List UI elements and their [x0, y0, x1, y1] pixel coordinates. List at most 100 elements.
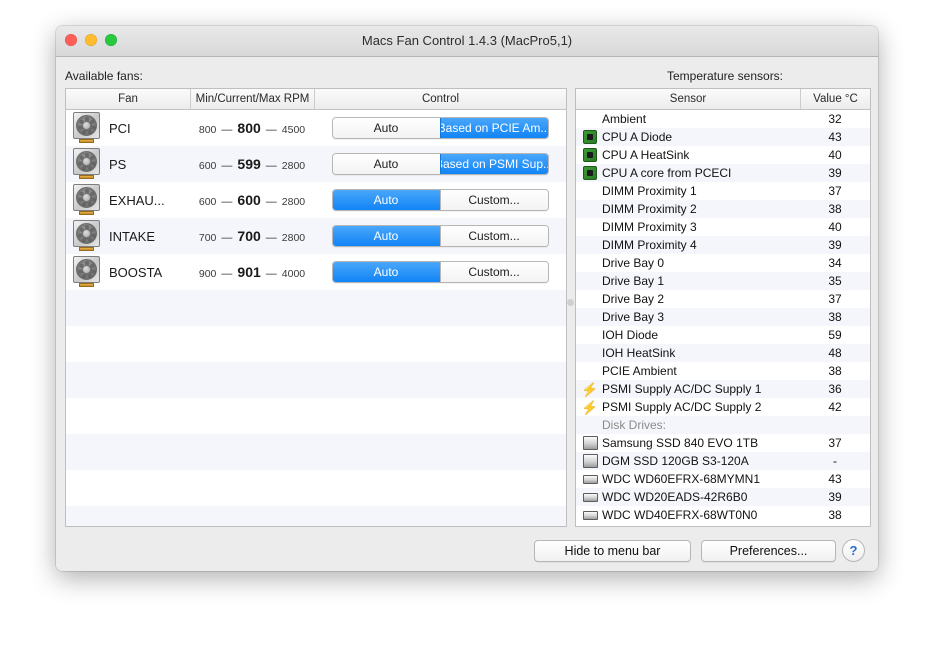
- fan-name-label: BOOSTA: [109, 264, 163, 280]
- fan-mode-custom-button[interactable]: Custom...: [439, 190, 548, 210]
- column-header-value[interactable]: Value °C: [800, 89, 870, 109]
- sensor-name-cell: IOH HeatSink: [576, 345, 800, 361]
- fan-row[interactable]: PCI 800 — 800 — 4500 Auto Based on PCIE Am...: [66, 110, 566, 146]
- fan-rpm-current: 800: [237, 120, 261, 136]
- help-button[interactable]: ?: [842, 539, 865, 562]
- sensor-icon-placeholder: [578, 291, 602, 307]
- fan-mode-segmented-control[interactable]: Auto Custom...: [331, 261, 549, 283]
- bolt-icon: ⚡: [581, 381, 599, 397]
- sensor-icon-placeholder: [578, 237, 602, 253]
- fan-row[interactable]: EXHAU... 600 — 600 — 2800 Auto Custom...: [66, 182, 566, 218]
- sensor-icon-placeholder: [578, 273, 602, 289]
- fan-row[interactable]: INTAKE 700 — 700 — 2800 Auto Custom...: [66, 218, 566, 254]
- rpm-separator-icon: —: [221, 160, 233, 172]
- fan-mode-auto-button[interactable]: Auto: [332, 226, 440, 246]
- sensor-row[interactable]: CPU A core from PCECI 39: [576, 164, 870, 182]
- sensor-row[interactable]: DIMM Proximity 1 37: [576, 182, 870, 200]
- hide-to-menu-bar-button[interactable]: Hide to menu bar: [534, 540, 691, 562]
- sensor-row[interactable]: DGM SSD 120GB S3-120A -: [576, 452, 870, 470]
- sensor-row[interactable]: CPU A Diode 43: [576, 128, 870, 146]
- fan-mode-segmented-control[interactable]: Auto Based on PSMI Sup...: [331, 153, 549, 175]
- sensor-name-label: DIMM Proximity 3: [602, 220, 697, 234]
- fan-mode-custom-button[interactable]: Custom...: [439, 262, 548, 282]
- fan-name-label: PS: [109, 156, 127, 172]
- sensor-row[interactable]: PCIE Ambient 38: [576, 362, 870, 380]
- fan-mode-custom-button[interactable]: Custom...: [439, 226, 548, 246]
- fan-mode-segmented-control[interactable]: Auto Based on PCIE Am...: [331, 117, 549, 139]
- title-bar[interactable]: Macs Fan Control 1.4.3 (MacPro5,1): [56, 26, 878, 57]
- sensor-row[interactable]: WDC WD60EFRX-68MYMN1 43: [576, 470, 870, 488]
- fan-mode-segmented-control[interactable]: Auto Custom...: [331, 189, 549, 211]
- sensor-row[interactable]: ⚡ PSMI Supply AC/DC Supply 2 42: [576, 398, 870, 416]
- sensor-row[interactable]: IOH HeatSink 48: [576, 344, 870, 362]
- panel-splitter[interactable]: [565, 88, 575, 525]
- sensor-name-label: PSMI Supply AC/DC Supply 2: [602, 400, 762, 414]
- column-header-fan[interactable]: Fan: [66, 89, 190, 109]
- ssd-icon: [578, 453, 602, 469]
- column-header-rpm[interactable]: Min/Current/Max RPM: [190, 89, 314, 109]
- sensor-icon-placeholder: [578, 417, 602, 433]
- fan-rpm-min: 800: [198, 124, 217, 136]
- sensor-name-label: DIMM Proximity 4: [602, 238, 697, 252]
- sensor-row[interactable]: DIMM Proximity 2 38: [576, 200, 870, 218]
- fan-mode-custom-button[interactable]: Based on PCIE Am...: [439, 118, 548, 138]
- sensor-row[interactable]: ⚡ PSMI Supply AC/DC Supply 1 36: [576, 380, 870, 398]
- sensor-row[interactable]: CPU A HeatSink 40: [576, 146, 870, 164]
- ssd-icon: [582, 436, 598, 450]
- sensor-name-cell: ⚡ PSMI Supply AC/DC Supply 1: [576, 381, 800, 397]
- fan-control-cell: Auto Custom...: [314, 225, 566, 247]
- sensor-row[interactable]: WDC WD40EFRX-68WT0N0 38: [576, 506, 870, 524]
- sensor-name-label: Drive Bay 1: [602, 274, 665, 288]
- sensor-name-label: Drive Bay 2: [602, 292, 665, 306]
- fan-row-empty: [66, 398, 566, 434]
- fan-row[interactable]: BOOSTA 900 — 901 — 4000 Auto Custom...: [66, 254, 566, 290]
- fan-mode-auto-button[interactable]: Auto: [332, 262, 440, 282]
- splitter-handle-dot[interactable]: [567, 299, 574, 306]
- sensor-name-cell: CPU A HeatSink: [576, 147, 800, 163]
- sensor-row[interactable]: Drive Bay 1 35: [576, 272, 870, 290]
- rpm-separator-icon: —: [265, 124, 277, 136]
- rpm-separator-icon: —: [221, 196, 233, 208]
- sensor-row[interactable]: DIMM Proximity 3 40: [576, 218, 870, 236]
- fan-rpm-min: 900: [198, 268, 217, 280]
- sensor-row[interactable]: Drive Bay 2 37: [576, 290, 870, 308]
- fan-mode-auto-button[interactable]: Auto: [332, 154, 440, 174]
- fan-mode-custom-button[interactable]: Based on PSMI Sup...: [439, 154, 548, 174]
- sensor-name-label: DIMM Proximity 1: [602, 184, 697, 198]
- sensor-value-cell: 40: [828, 220, 842, 234]
- fan-mode-auto-button[interactable]: Auto: [332, 190, 440, 210]
- sensor-value-cell: 59: [828, 328, 842, 342]
- fan-rpm-min: 700: [198, 232, 217, 244]
- ssd-icon: [578, 435, 602, 451]
- sensor-row[interactable]: Drive Bay 0 34: [576, 254, 870, 272]
- sensor-row[interactable]: Drive Bay 3 38: [576, 308, 870, 326]
- column-header-control[interactable]: Control: [314, 89, 566, 109]
- sensor-name-label: Drive Bay 0: [602, 256, 665, 270]
- sensor-row[interactable]: IOH Diode 59: [576, 326, 870, 344]
- hdd-icon: [578, 507, 602, 523]
- fan-name-cell: EXHAU...: [66, 184, 190, 216]
- sensor-value-cell: 36: [828, 382, 842, 396]
- rpm-separator-icon: —: [221, 232, 233, 244]
- fan-rpm-cell: 900 — 901 — 4000: [190, 264, 314, 280]
- fan-row[interactable]: PS 600 — 599 — 2800 Auto Based on PSMI Sup...: [66, 146, 566, 182]
- preferences-button[interactable]: Preferences...: [701, 540, 836, 562]
- sensor-row[interactable]: DIMM Proximity 4 39: [576, 236, 870, 254]
- sensor-row[interactable]: WDC WD20EADS-42R6B0 39: [576, 488, 870, 506]
- sensor-row[interactable]: Ambient 32: [576, 110, 870, 128]
- sensor-row[interactable]: Samsung SSD 840 EVO 1TB 37: [576, 434, 870, 452]
- fan-mode-auto-button[interactable]: Auto: [332, 118, 440, 138]
- sensor-name-label: CPU A core from PCECI: [602, 166, 732, 180]
- column-header-sensor[interactable]: Sensor: [576, 89, 800, 109]
- window-title: Macs Fan Control 1.4.3 (MacPro5,1): [361, 33, 573, 48]
- fan-icon: [72, 220, 102, 252]
- sensor-icon-placeholder: [578, 111, 602, 127]
- sensor-name-cell: IOH Diode: [576, 327, 800, 343]
- sensor-name-cell: Samsung SSD 840 EVO 1TB: [576, 435, 800, 451]
- sensor-value-cell: 38: [828, 202, 842, 216]
- fan-mode-segmented-control[interactable]: Auto Custom...: [331, 225, 549, 247]
- sensor-value-cell: 39: [828, 166, 842, 180]
- sensor-value-cell: 39: [828, 490, 842, 504]
- sensor-icon-placeholder: [578, 345, 602, 361]
- rpm-separator-icon: —: [265, 232, 277, 244]
